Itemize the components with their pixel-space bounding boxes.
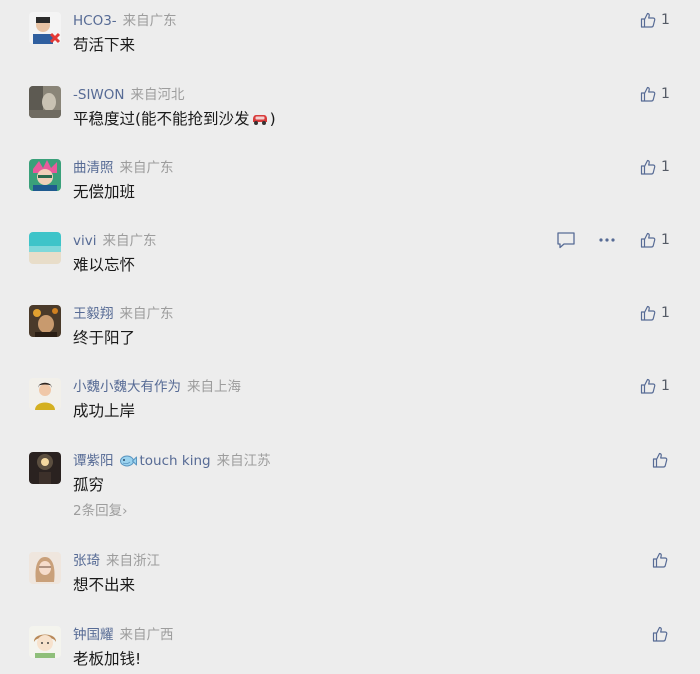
nickname[interactable]: 谭紫阳: [73, 453, 114, 469]
like-button[interactable]: 1: [640, 157, 670, 177]
comment-text: 难以忘怀: [73, 256, 136, 274]
car-icon: [252, 115, 267, 125]
avatar[interactable]: [29, 12, 61, 44]
more-button[interactable]: [597, 231, 617, 253]
thumbs-up-icon: [652, 626, 668, 642]
location: 来自广西: [119, 627, 174, 643]
like-count: 1: [661, 232, 670, 248]
comment-meta: 曲清照 来自广东: [73, 159, 174, 177]
like-count: 1: [661, 12, 670, 28]
comment-icon: [557, 232, 575, 249]
nickname[interactable]: vivi: [73, 233, 96, 249]
comment-text: 想不出来: [73, 576, 136, 594]
comment-text: 平稳度过(能不能抢到沙发): [73, 108, 276, 130]
comment-meta: 钟国耀 来自广西: [73, 626, 174, 644]
comment-meta: 张琦 来自浙江: [73, 552, 160, 570]
comment-text: 孤穷: [73, 476, 105, 494]
location: 来自浙江: [106, 553, 160, 569]
avatar[interactable]: [29, 159, 61, 191]
avatar[interactable]: [29, 232, 61, 264]
fish-badge-icon: [119, 455, 137, 467]
location: 来自河北: [130, 87, 185, 103]
avatar[interactable]: [29, 378, 61, 410]
like-button[interactable]: 1: [640, 84, 670, 104]
nickname[interactable]: 张琦: [73, 553, 100, 569]
nickname[interactable]: 曲清照: [73, 160, 114, 176]
location: 来自广东: [119, 160, 174, 176]
view-replies-link[interactable]: 2条回复›: [73, 502, 128, 520]
avatar[interactable]: [29, 305, 61, 337]
location: 来自上海: [187, 379, 241, 395]
nickname[interactable]: -SIWON: [73, 87, 125, 103]
comment-meta: 小魏小魏大有作为 来自上海: [73, 378, 241, 396]
location: 来自广东: [102, 233, 157, 249]
thumbs-up-icon: [640, 86, 656, 102]
thumbs-up-icon: [640, 232, 656, 248]
like-button[interactable]: [652, 624, 668, 644]
comment-meta: 谭紫阳 touch king 来自江苏: [73, 452, 271, 470]
thumbs-up-icon: [640, 159, 656, 175]
comment-text: 成功上岸: [73, 402, 136, 420]
nickname[interactable]: HCO3-: [73, 13, 117, 29]
comment-meta: vivi 来自广东: [73, 232, 156, 250]
avatar[interactable]: [29, 452, 61, 484]
like-button[interactable]: 1: [640, 376, 670, 396]
reply-button[interactable]: [556, 231, 576, 253]
comment-text: 苟活下来: [73, 36, 136, 54]
like-button[interactable]: [652, 450, 668, 470]
comment-text: 终于阳了: [73, 329, 136, 347]
like-button[interactable]: 1: [640, 230, 670, 250]
like-count: 1: [661, 378, 670, 394]
location: 来自江苏: [216, 453, 271, 469]
badge-label: touch king: [139, 453, 211, 469]
like-button[interactable]: 1: [640, 10, 670, 30]
thumbs-up-icon: [640, 305, 656, 321]
comment-meta: 王毅翔 来自广东: [73, 305, 174, 323]
like-button[interactable]: 1: [640, 303, 670, 323]
thumbs-up-icon: [652, 452, 668, 468]
like-count: 1: [661, 86, 670, 102]
thumbs-up-icon: [652, 552, 668, 568]
like-count: 1: [661, 305, 670, 321]
nickname[interactable]: 小魏小魏大有作为: [73, 379, 181, 395]
comment-list: HCO3- 来自广东 苟活下来 1 -SIWON 来自河北 平稳度过(能不能抢到沙发…: [0, 0, 700, 674]
more-dots-icon: [599, 238, 615, 242]
location: 来自广东: [119, 306, 174, 322]
avatar[interactable]: [29, 86, 61, 118]
comment-text-part: 平稳度过(能不能抢到沙发: [73, 110, 250, 128]
location: 来自广东: [122, 13, 177, 29]
like-button[interactable]: [652, 550, 668, 570]
thumbs-up-icon: [640, 378, 656, 394]
comment-text-part: ): [269, 110, 276, 128]
nickname[interactable]: 王毅翔: [73, 306, 114, 322]
avatar[interactable]: [29, 552, 61, 584]
comment-text: 老板加钱!: [73, 650, 142, 668]
avatar[interactable]: [29, 626, 61, 658]
comment-meta: HCO3- 来自广东: [73, 12, 177, 30]
comment-meta: -SIWON 来自河北: [73, 86, 185, 104]
thumbs-up-icon: [640, 12, 656, 28]
nickname[interactable]: 钟国耀: [73, 627, 114, 643]
like-count: 1: [661, 159, 670, 175]
comment-text: 无偿加班: [73, 183, 136, 201]
